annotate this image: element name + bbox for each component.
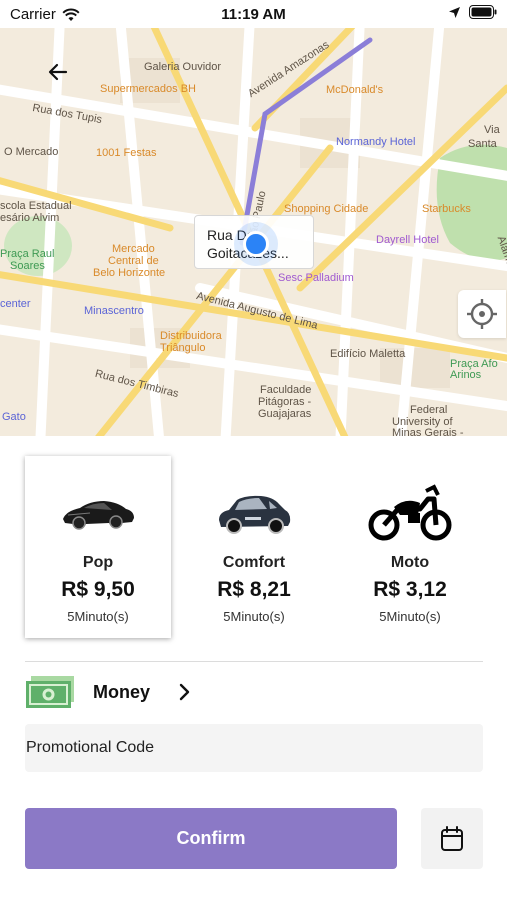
battery-icon xyxy=(469,5,497,19)
map-label: esário Alvim xyxy=(0,212,60,224)
vehicle-price: R$ 8,21 xyxy=(217,578,291,601)
map-label: Galeria Ouvidor xyxy=(144,61,222,73)
vehicle-eta: 5Minuto(s) xyxy=(379,609,441,624)
map-label: Guajajaras xyxy=(258,408,312,420)
map-label: scola Estadual xyxy=(0,200,72,212)
current-location-dot xyxy=(243,231,269,257)
status-right xyxy=(448,5,497,19)
vehicle-eta: 5Minuto(s) xyxy=(67,609,129,624)
crosshair-icon xyxy=(467,299,497,329)
arrow-left-icon xyxy=(48,63,68,81)
map-label: Mercado xyxy=(112,243,155,255)
map-label: Triângulo xyxy=(160,342,206,354)
vehicle-card-comfort[interactable]: Comfort R$ 8,21 5Minuto(s) xyxy=(181,456,327,638)
location-arrow-icon xyxy=(449,6,460,18)
back-button[interactable] xyxy=(40,54,76,90)
map-label: Distribuidora xyxy=(160,330,222,342)
vehicle-eta: 5Minuto(s) xyxy=(223,609,285,624)
map-label: Minascentro xyxy=(84,305,144,317)
ride-options-panel: Pop R$ 9,50 5Minuto(s) Comfort R$ 8,21 5… xyxy=(0,436,507,900)
confirm-button[interactable]: Confirm xyxy=(25,808,397,869)
map-label: McDonald's xyxy=(326,84,384,96)
recenter-button[interactable] xyxy=(458,290,506,338)
status-time: 11:19 AM xyxy=(221,6,286,23)
map-label: Faculdade xyxy=(260,384,312,396)
schedule-button[interactable] xyxy=(421,808,483,869)
vehicle-price: R$ 3,12 xyxy=(373,578,447,601)
vehicle-name: Moto xyxy=(390,554,430,571)
map-label: Normandy Hotel xyxy=(336,136,416,148)
map-label: Central de xyxy=(108,255,159,267)
map-label: Dayrell Hotel xyxy=(376,234,439,246)
status-bar: Carrier 11:19 AM xyxy=(0,0,507,28)
calendar-icon xyxy=(441,825,463,851)
map-label: 1001 Festas xyxy=(96,147,157,159)
payment-method-row[interactable]: Money xyxy=(25,670,483,714)
promo-code-label: Promotional Code xyxy=(26,739,155,756)
vehicle-name: Comfort xyxy=(222,554,286,571)
map-label: Sesc Palladium xyxy=(278,272,354,284)
map-label: Pitágoras - xyxy=(258,396,312,408)
map-label: Via xyxy=(484,124,500,136)
map-label: Federal xyxy=(410,404,448,416)
map-label: Santa xyxy=(468,138,497,150)
map-label: Minas Gerais - xyxy=(392,427,464,436)
map-label: Gato xyxy=(2,411,26,423)
map-label: Praça Raul xyxy=(0,248,55,260)
vehicle-name: Pop xyxy=(82,554,114,571)
payment-method-label: Money xyxy=(93,681,151,702)
map-label: Supermercados BH xyxy=(100,83,196,95)
chevron-right-icon xyxy=(179,683,190,701)
map-label: Soares xyxy=(10,260,45,272)
confirm-label: Confirm xyxy=(176,828,246,848)
sports-car-icon xyxy=(25,478,171,548)
map-label: Starbucks xyxy=(422,203,471,215)
map-label: Belo Horizonte xyxy=(93,267,166,279)
vehicle-card-moto[interactable]: Moto R$ 3,12 5Minuto(s) xyxy=(337,456,483,638)
map-label: O Mercado xyxy=(4,146,59,158)
map-label: Shopping Cidade xyxy=(284,203,369,215)
divider xyxy=(25,661,483,662)
vehicle-options: Pop R$ 9,50 5Minuto(s) Comfort R$ 8,21 5… xyxy=(25,456,483,638)
vehicle-card-pop[interactable]: Pop R$ 9,50 5Minuto(s) xyxy=(25,456,171,638)
cash-icon xyxy=(26,676,74,708)
map-label: Arinos xyxy=(450,369,482,381)
map-label: Edifício Maletta xyxy=(330,348,406,360)
vehicle-price: R$ 9,50 xyxy=(61,578,135,601)
motorcycle-icon xyxy=(337,478,483,548)
promo-code-field[interactable]: Promotional Code xyxy=(25,724,483,772)
map-label: center xyxy=(0,298,31,310)
hatchback-car-icon xyxy=(181,478,327,548)
